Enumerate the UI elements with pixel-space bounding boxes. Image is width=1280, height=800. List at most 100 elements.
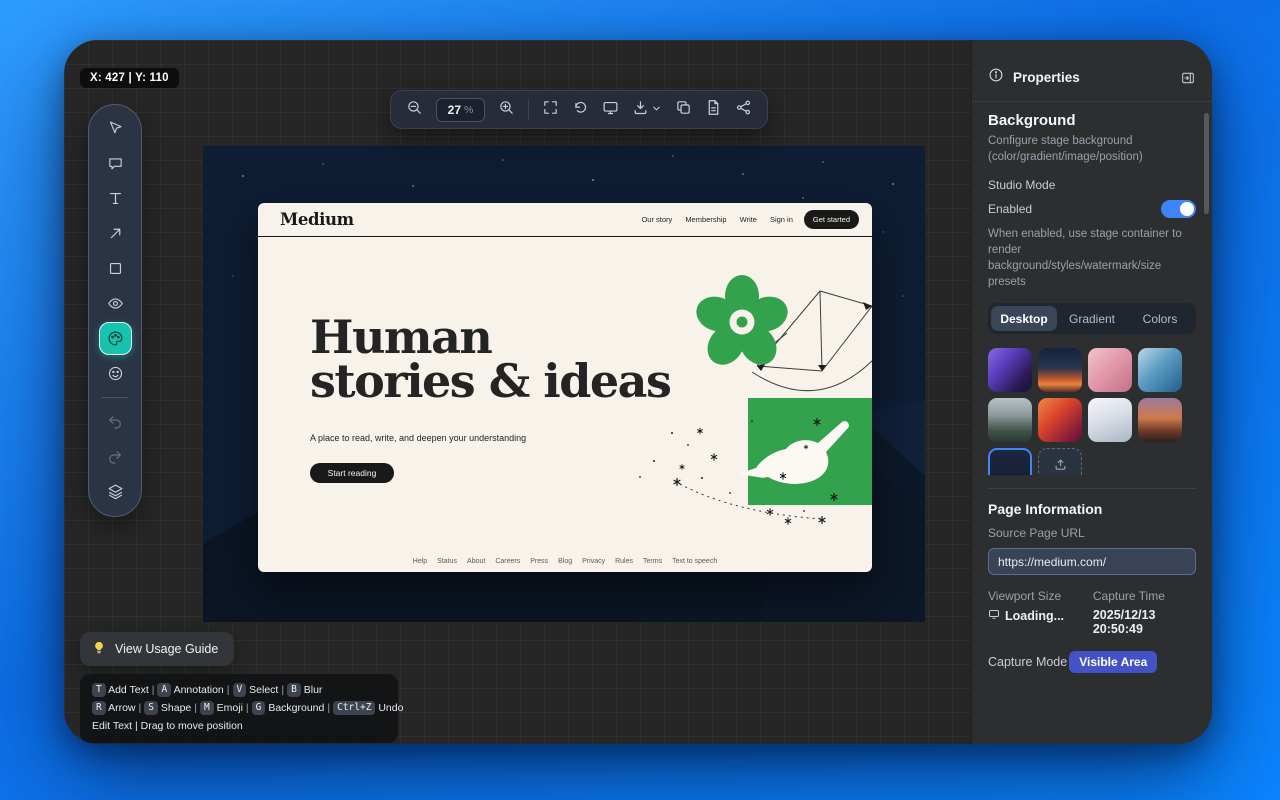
medium-footer-link[interactable]: Press (530, 558, 548, 565)
tools-sidebar (88, 104, 142, 517)
arrow-tool-button[interactable] (97, 216, 133, 251)
layers-button[interactable] (97, 474, 133, 509)
view-usage-guide-button[interactable]: View Usage Guide (80, 632, 234, 666)
get-started-button[interactable]: Get started (804, 210, 859, 229)
key-r: R (92, 701, 106, 715)
studio-mode-note: When enabled, use stage container to ren… (988, 226, 1196, 290)
medium-nav: Our story Membership Write Sign in (641, 215, 792, 224)
shortcuts-overlay: T Add Text|A Annotation|V Select|B Blur … (80, 674, 398, 743)
medium-header: Medium Our story Membership Write Sign in G… (258, 203, 872, 237)
square-icon (107, 260, 124, 277)
enabled-label: Enabled (988, 202, 1032, 216)
medium-footer-link[interactable]: Status (437, 558, 457, 565)
collapse-panel-button[interactable] (1180, 70, 1196, 86)
active-tool-highlight (99, 322, 132, 355)
preset-thumbnail[interactable] (1038, 398, 1082, 442)
preset-thumbnail[interactable] (988, 398, 1032, 442)
redo-button[interactable] (97, 439, 133, 474)
fit-screen-button[interactable] (542, 99, 559, 121)
preset-thumbnail[interactable] (1138, 348, 1182, 392)
layers-icon (107, 483, 124, 500)
captured-screenshot[interactable]: Medium Our story Membership Write Sign in G… (258, 203, 872, 572)
text-icon (107, 190, 124, 207)
zoom-level-input[interactable]: 27 % (436, 98, 485, 122)
preset-thumbnail-selected[interactable] (988, 448, 1032, 475)
canvas-toolbar: 27 % (390, 90, 768, 129)
background-type-tabs: Desktop Gradient Colors (988, 303, 1196, 334)
toggle-knob (1180, 202, 1194, 216)
shape-tool-button[interactable] (97, 251, 133, 286)
document-icon (705, 99, 722, 121)
medium-footer-link[interactable]: Blog (558, 558, 572, 565)
medium-footer-link[interactable]: About (467, 558, 485, 565)
display-mode-button[interactable] (602, 99, 619, 121)
arrow-icon (107, 225, 124, 242)
tab-colors[interactable]: Colors (1127, 306, 1193, 331)
studio-mode-toggle[interactable] (1161, 200, 1196, 218)
medium-logo: Medium (280, 210, 354, 229)
zoom-value: 27 (448, 103, 461, 117)
section-divider (988, 488, 1196, 489)
blur-tool-button[interactable] (97, 286, 133, 321)
export-file-button[interactable] (705, 99, 722, 121)
reset-view-button[interactable] (572, 99, 589, 121)
shortcuts-line-3: Edit Text | Drag to move position (92, 717, 386, 735)
properties-panel: Properties Background Configure stage ba… (971, 40, 1212, 744)
tab-desktop[interactable]: Desktop (991, 306, 1057, 331)
shortcuts-line-1: T Add Text|A Annotation|V Select|B Blur (92, 681, 386, 699)
studio-mode-label: Studio Mode (988, 178, 1196, 192)
editor-canvas[interactable]: Medium Our story Membership Write Sign in G… (64, 40, 971, 744)
preset-thumbnail[interactable] (988, 348, 1032, 392)
key-t: T (92, 683, 106, 697)
cursor-coordinates: X: 427 | Y: 110 (80, 68, 179, 88)
emoji-tool-button[interactable] (97, 356, 133, 391)
medium-nav-link[interactable]: Our story (641, 215, 672, 224)
text-tool-button[interactable] (97, 181, 133, 216)
key-m: M (200, 701, 214, 715)
annotation-tool-button[interactable] (97, 146, 133, 181)
monitor-icon (602, 99, 619, 121)
preset-thumbnail[interactable] (1088, 398, 1132, 442)
background-section-description: Configure stage background (color/gradie… (988, 133, 1196, 165)
stage-background[interactable]: Medium Our story Membership Write Sign in G… (203, 146, 925, 622)
source-url-label: Source Page URL (988, 526, 1196, 540)
usage-guide-label: View Usage Guide (115, 642, 218, 656)
capture-time-label: Capture Time (1093, 589, 1196, 603)
medium-footer-link[interactable]: Careers (495, 558, 520, 565)
preset-row-2 (988, 398, 1196, 442)
info-icon (988, 67, 1004, 88)
monitor-small-icon (988, 608, 1000, 623)
preset-thumbnail[interactable] (1088, 348, 1132, 392)
preset-thumbnail[interactable] (1138, 398, 1182, 442)
share-button[interactable] (735, 99, 752, 121)
tab-gradient[interactable]: Gradient (1059, 306, 1125, 331)
preset-thumbnail[interactable] (1038, 348, 1082, 392)
panel-scrollbar[interactable] (1204, 113, 1209, 214)
capture-mode-badge: Visible Area (1069, 651, 1157, 673)
select-tool-button[interactable] (97, 111, 133, 146)
medium-nav-link[interactable]: Membership (685, 215, 726, 224)
source-url-input[interactable]: https://medium.com/ (988, 548, 1196, 575)
properties-panel-header: Properties (972, 40, 1212, 102)
key-s: S (144, 701, 158, 715)
redo-icon (107, 449, 123, 465)
download-icon (632, 99, 649, 121)
medium-nav-link[interactable]: Write (740, 215, 757, 224)
key-b: B (287, 683, 301, 697)
medium-footer-link[interactable]: Help (413, 558, 427, 565)
key-g: G (252, 701, 266, 715)
zoom-out-button[interactable] (406, 99, 423, 121)
medium-nav-link[interactable]: Sign in (770, 215, 793, 224)
copy-button[interactable] (675, 99, 692, 121)
viewport-size-value: Loading... (988, 608, 1093, 623)
zoom-in-icon (498, 99, 515, 121)
upload-background-button[interactable] (1038, 448, 1082, 475)
medium-tagline: A place to read, write, and deepen your … (310, 433, 526, 443)
undo-button[interactable] (97, 404, 133, 439)
background-tool-button[interactable] (97, 321, 133, 356)
toolbar-divider (528, 100, 529, 120)
start-reading-button[interactable]: Start reading (310, 463, 394, 483)
zoom-in-button[interactable] (498, 99, 515, 121)
download-button[interactable] (632, 99, 662, 121)
preset-row-1 (988, 348, 1196, 392)
